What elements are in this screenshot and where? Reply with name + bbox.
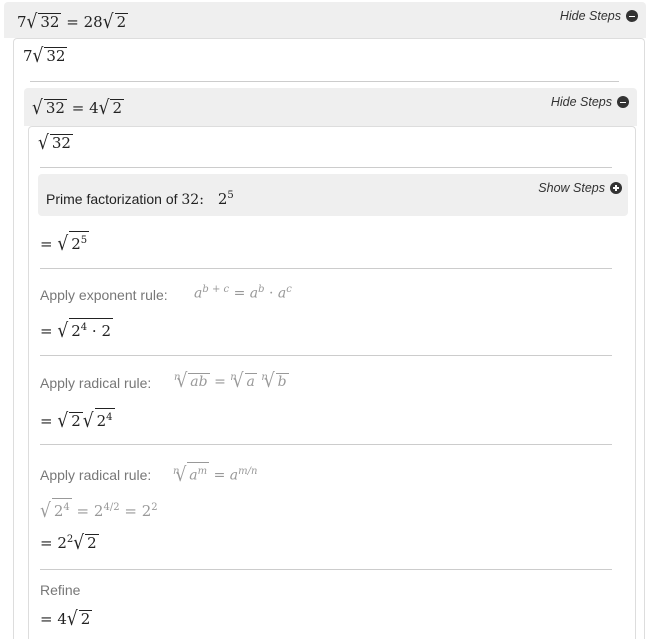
step-result: = √ 25 (40, 231, 90, 256)
minus-circle-icon (626, 10, 638, 22)
step-result: = 4√ 2 (40, 607, 93, 631)
equals-sign: = (66, 13, 79, 31)
radical: √ 32 (26, 10, 62, 34)
radical-rule: n√ ab = n√ a n√ b (174, 369, 289, 393)
plus-circle-icon (610, 182, 622, 194)
step-label: Apply radical rule: (40, 375, 152, 391)
minus-circle-icon (617, 96, 629, 108)
show-steps-toggle[interactable]: Show Steps (538, 181, 622, 195)
radical-power-rule: n√ am = am/n (173, 462, 258, 487)
toggle-label: Hide Steps (550, 95, 612, 109)
radical: √ 32 (32, 96, 67, 120)
step-label: Apply exponent rule: (40, 287, 168, 303)
step-label: Refine (40, 582, 81, 598)
solution-header: 7√ 32 = 28√ 2 Hide Steps (4, 2, 646, 38)
prime-factorization-box: Prime factorization of 32: 25 Show Steps (38, 174, 628, 216)
toggle-label: Hide Steps (559, 9, 621, 23)
hide-steps-toggle[interactable]: Hide Steps (560, 9, 638, 23)
divider (30, 81, 619, 82)
divider (40, 569, 612, 570)
solution-equation: 7√ 32 = 28√ 2 (17, 10, 129, 34)
step-result: = √ 24 · 2 (40, 318, 114, 343)
divider (40, 444, 612, 445)
start-expression: 7√ 32 (23, 44, 68, 68)
divider (40, 167, 612, 168)
step-result: = √ 2 √ 24 (40, 408, 115, 433)
prime-factorization-label: Prime factorization of 32: 25 (46, 190, 234, 208)
radical: √ 32 (32, 44, 68, 68)
coefficient: 7 (17, 13, 27, 31)
toggle-label: Show Steps (538, 181, 605, 195)
sub-calculation: √ 24 = 24/2 = 22 (40, 498, 158, 523)
substep-header: √ 32 = 4√ 2 Hide Steps (24, 88, 637, 126)
substep-equation: √ 32 = 4√ 2 (32, 96, 125, 120)
step-result: = 22√ 2 (40, 531, 99, 555)
divider (40, 268, 612, 269)
divider (40, 355, 612, 356)
radical: √ 2 (98, 96, 125, 120)
step-label: Apply radical rule: (40, 467, 152, 483)
radical: √ 2 (102, 10, 129, 34)
substep-start-expression: √ 32 (38, 131, 73, 155)
exponent-rule: ab + c = ab · ac (194, 284, 292, 302)
hide-steps-toggle[interactable]: Hide Steps (551, 95, 629, 109)
coefficient: 28 (83, 13, 103, 31)
